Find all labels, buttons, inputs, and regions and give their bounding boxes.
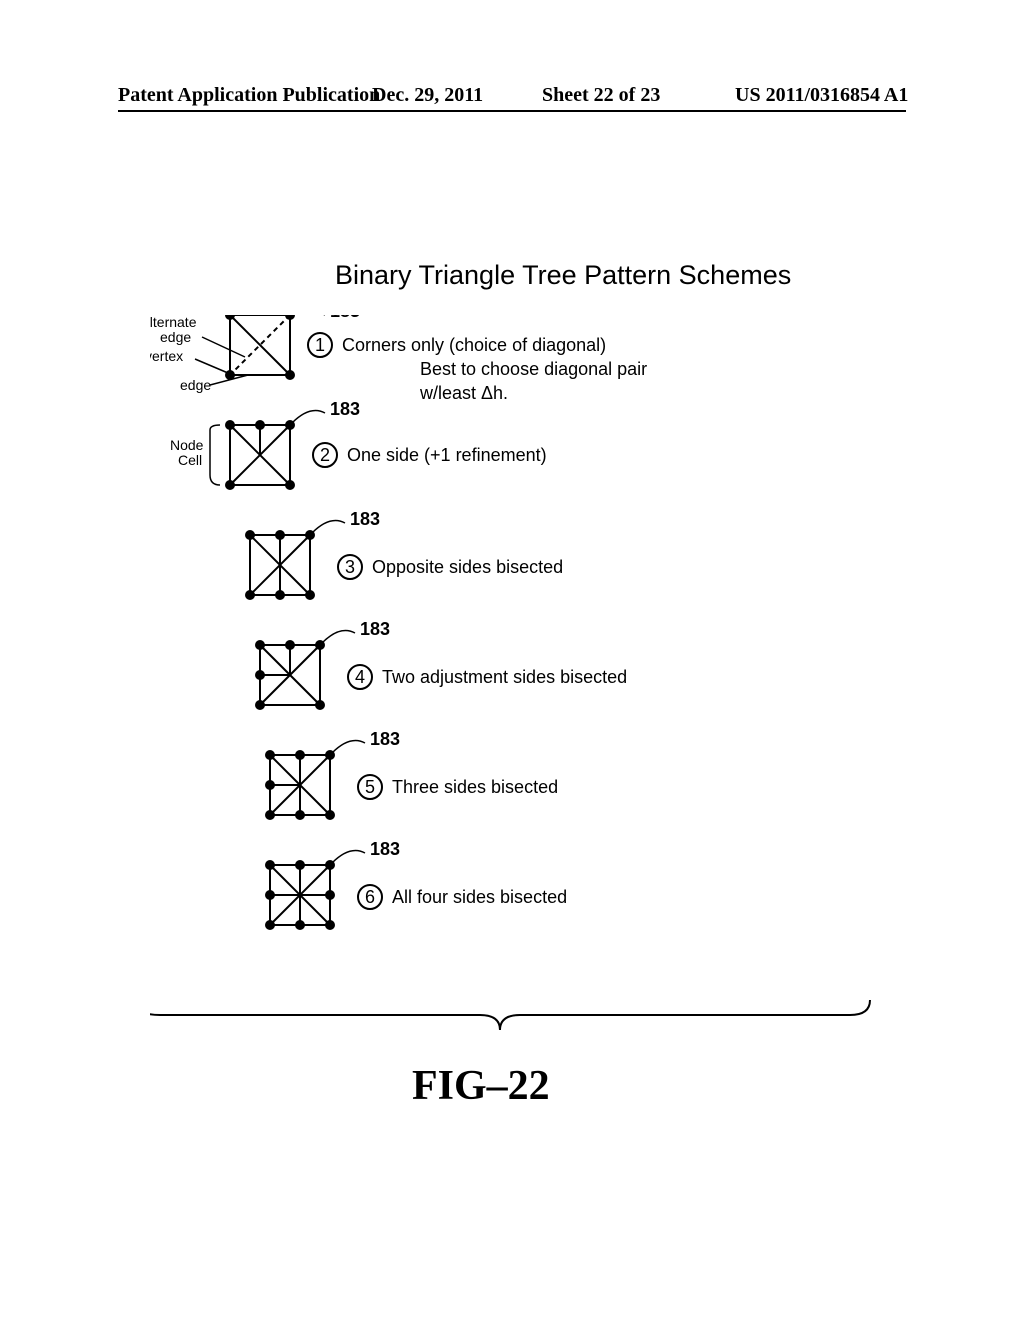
ref-183-1: 183 (330, 315, 360, 321)
scheme-desc-3: Opposite sides bisected (372, 557, 563, 577)
label-vertex: vertex (150, 348, 183, 364)
label-node: Node (170, 437, 204, 453)
diagram-title: Binary Triangle Tree Pattern Schemes (335, 260, 791, 291)
figure-label: FIG–22 (412, 1062, 550, 1110)
scheme-desc-1: Corners only (choice of diagonal) (342, 335, 606, 355)
header-publication: Patent Application Publication (118, 84, 380, 107)
patent-figure-page: Patent Application Publication Dec. 29, … (0, 0, 1024, 1320)
scheme-desc-2: One side (+1 refinement) (347, 445, 547, 465)
scheme-sub1-1: Best to choose diagonal pair (420, 359, 647, 379)
ref-183-2: 183 (330, 399, 360, 419)
label-cell: Cell (178, 452, 202, 468)
scheme-number-2: 2 (320, 445, 330, 465)
header-date: Dec. 29, 2011 (372, 84, 483, 107)
label-edge-bot: edge (180, 377, 211, 393)
scheme-number-5: 5 (365, 777, 375, 797)
header-rule (118, 110, 906, 112)
scheme-desc-5: Three sides bisected (392, 777, 558, 797)
scheme-number-3: 3 (345, 557, 355, 577)
label-alt-edge-line1: alternate (150, 315, 197, 330)
header-sheet: Sheet 22 of 23 (542, 84, 660, 107)
header-pubnum: US 2011/0316854 A1 (735, 84, 908, 107)
scheme-desc-4: Two adjustment sides bisected (382, 667, 627, 687)
scheme-desc-6: All four sides bisected (392, 887, 567, 907)
ref-183-5: 183 (370, 729, 400, 749)
scheme-number-6: 6 (365, 887, 375, 907)
ref-183-3: 183 (350, 509, 380, 529)
scheme-number-4: 4 (355, 667, 365, 687)
ref-183-4: 183 (360, 619, 390, 639)
pattern-diagram: edge alternate edge vertex edge 183 1 (150, 315, 890, 1015)
underbrace (150, 1000, 870, 1030)
scheme-sub2-1: w/least Δh. (419, 383, 508, 403)
scheme-number-1: 1 (315, 335, 325, 355)
ref-183-6: 183 (370, 839, 400, 859)
label-alt-edge-line2: edge (160, 329, 191, 345)
